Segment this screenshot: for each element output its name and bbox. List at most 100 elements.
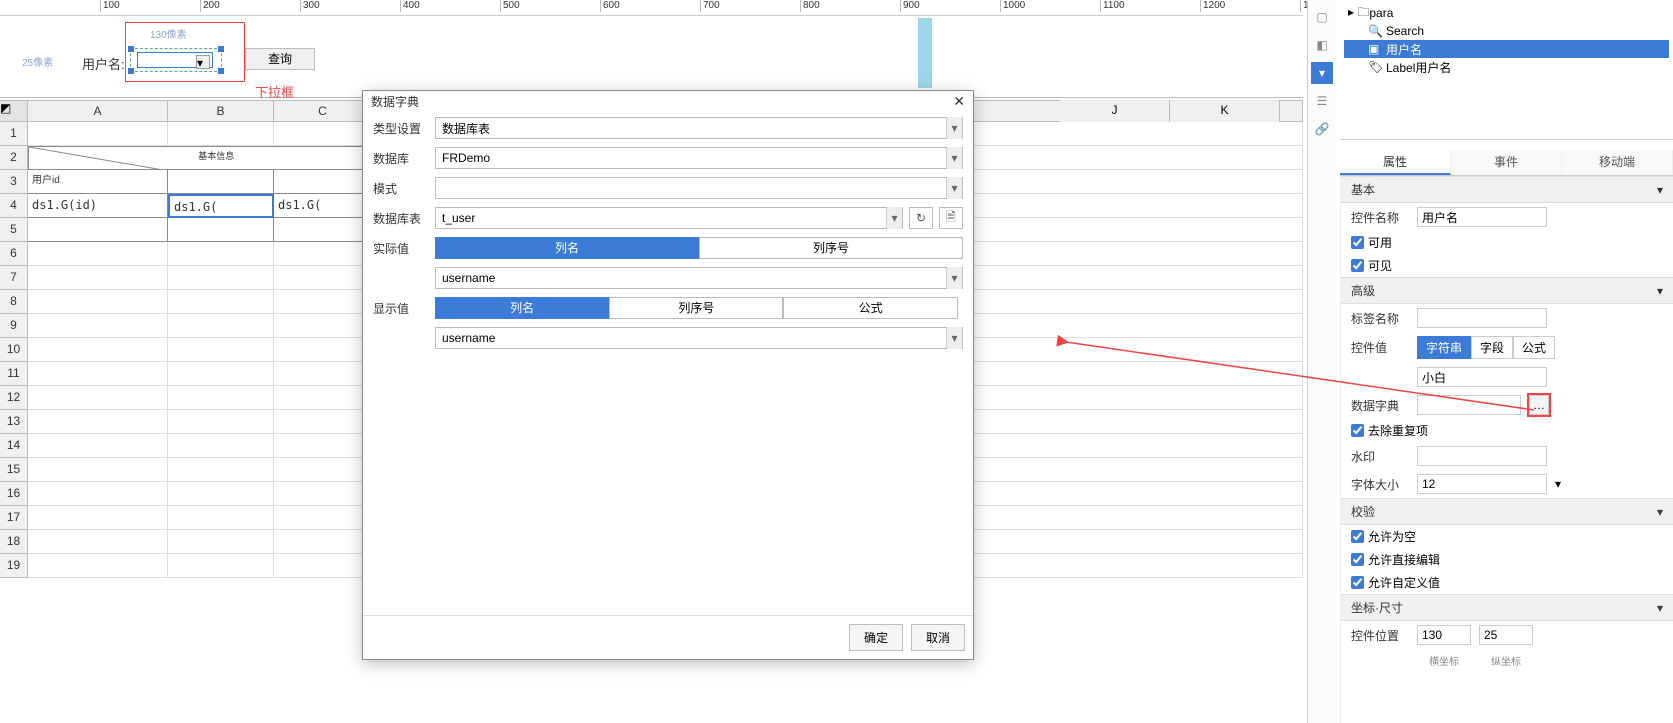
- tree-node-label[interactable]: 🏷Label用户名: [1344, 58, 1669, 76]
- position-y-input[interactable]: [1479, 625, 1533, 645]
- row-header[interactable]: 17: [0, 506, 28, 530]
- database-select[interactable]: FRDemo▾: [435, 147, 963, 169]
- table-select[interactable]: t_user▾: [435, 207, 903, 229]
- actual-tab-colname[interactable]: 列名: [435, 237, 699, 259]
- chevron-down-icon[interactable]: ▾: [196, 55, 210, 69]
- square-icon[interactable]: ▢: [1311, 6, 1333, 28]
- tree-node-username[interactable]: ▣用户名: [1344, 40, 1669, 58]
- list-icon[interactable]: ☰: [1311, 90, 1333, 112]
- row-header[interactable]: 15: [0, 458, 28, 482]
- chevron-down-icon[interactable]: ▾: [1555, 477, 1561, 491]
- row-header[interactable]: 4: [0, 194, 28, 218]
- ruler-tick: 1200: [1200, 0, 1225, 12]
- row-header[interactable]: 18: [0, 530, 28, 554]
- chevron-down-icon: ▾: [1657, 183, 1663, 197]
- display-column-select[interactable]: username▾: [435, 327, 963, 349]
- row-header[interactable]: 10: [0, 338, 28, 362]
- value-tab-field[interactable]: 字段: [1471, 336, 1513, 359]
- widget-tree: ▸ 🗀 para 🔍Search ▣用户名 🏷Label用户名: [1340, 0, 1673, 140]
- section-coord[interactable]: 坐标·尺寸▾: [1341, 594, 1673, 621]
- mode-select[interactable]: ▾: [435, 177, 963, 199]
- row-header[interactable]: 12: [0, 386, 28, 410]
- widget-value-input[interactable]: [1417, 367, 1547, 387]
- position-x-input[interactable]: [1417, 625, 1471, 645]
- row-header[interactable]: 5: [0, 218, 28, 242]
- section-validation[interactable]: 校验▾: [1341, 498, 1673, 525]
- widget-value-label: 控件值: [1351, 339, 1409, 356]
- col-header-k[interactable]: K: [1170, 100, 1280, 122]
- row-header[interactable]: 6: [0, 242, 28, 266]
- tag-name-label: 标签名称: [1351, 310, 1409, 327]
- col-header-b[interactable]: B: [168, 101, 274, 121]
- type-select[interactable]: 数据库表▾: [435, 117, 963, 139]
- display-tab-colname[interactable]: 列名: [435, 297, 609, 319]
- ok-button[interactable]: 确定: [849, 624, 903, 651]
- tree-node-search[interactable]: 🔍Search: [1344, 22, 1669, 40]
- value-tab-formula[interactable]: 公式: [1513, 336, 1555, 359]
- row-header[interactable]: 7: [0, 266, 28, 290]
- allow-empty-checkbox[interactable]: 允许为空: [1341, 525, 1673, 548]
- preview-icon[interactable]: 🗎: [939, 207, 963, 229]
- link-icon[interactable]: 🔗: [1311, 118, 1333, 140]
- row-header[interactable]: 9: [0, 314, 28, 338]
- col-header-j[interactable]: J: [1060, 100, 1170, 122]
- cancel-button[interactable]: 取消: [911, 624, 965, 651]
- ruler-tick: 100: [100, 0, 120, 12]
- row-header[interactable]: 19: [0, 554, 28, 578]
- parameter-panel[interactable]: 130像素 25像素 用户名: ▾ 查询 下拉框: [0, 18, 1303, 98]
- watermark-input[interactable]: [1417, 446, 1547, 466]
- crop-icon[interactable]: ◧: [1311, 34, 1333, 56]
- section-basic[interactable]: 基本▾: [1341, 176, 1673, 203]
- param-divider[interactable]: [918, 18, 932, 88]
- actual-column-select[interactable]: username▾: [435, 267, 963, 289]
- section-advanced[interactable]: 高级▾: [1341, 277, 1673, 304]
- cell[interactable]: ds1.G(id): [28, 194, 168, 218]
- row-header[interactable]: 8: [0, 290, 28, 314]
- visible-checkbox[interactable]: 可见: [1341, 254, 1673, 277]
- row-header[interactable]: 11: [0, 362, 28, 386]
- data-dictionary-input[interactable]: [1417, 395, 1521, 415]
- col-header-a[interactable]: A: [28, 101, 168, 121]
- tab-mobile[interactable]: 移动端: [1562, 150, 1673, 175]
- display-tab-colindex[interactable]: 列序号: [609, 297, 783, 319]
- widget-name-input[interactable]: [1417, 207, 1547, 227]
- cell[interactable]: ds1.G(: [274, 194, 372, 218]
- value-tab-string[interactable]: 字符串: [1417, 336, 1471, 359]
- username-combobox[interactable]: ▾: [130, 48, 222, 72]
- selected-cell[interactable]: ds1.G(: [168, 194, 274, 218]
- ruler-tick: 200: [200, 0, 220, 12]
- ruler-tick: 500: [500, 0, 520, 12]
- chevron-down-icon: ▾: [946, 147, 962, 169]
- allow-custom-checkbox[interactable]: 允许自定义值: [1341, 571, 1673, 594]
- y-axis-label: 纵坐标: [1479, 653, 1533, 668]
- cell[interactable]: 用户id: [28, 170, 168, 194]
- row-header[interactable]: 16: [0, 482, 28, 506]
- actual-tab-colindex[interactable]: 列序号: [699, 237, 963, 259]
- row-header[interactable]: 3: [0, 170, 28, 194]
- row-header[interactable]: 1: [0, 122, 28, 146]
- tab-events[interactable]: 事件: [1451, 150, 1562, 175]
- tag-name-input[interactable]: [1417, 308, 1547, 328]
- select-all-corner[interactable]: ◩: [0, 101, 28, 121]
- data-dictionary-browse-button[interactable]: …: [1529, 395, 1549, 415]
- design-hint-left: 25像素: [22, 54, 53, 69]
- display-tab-formula[interactable]: 公式: [783, 297, 957, 319]
- row-header[interactable]: 2: [0, 146, 28, 170]
- font-size-input[interactable]: [1417, 474, 1547, 494]
- row-header[interactable]: 14: [0, 434, 28, 458]
- allow-edit-checkbox[interactable]: 允许直接编辑: [1341, 548, 1673, 571]
- enabled-checkbox[interactable]: 可用: [1341, 231, 1673, 254]
- tab-attributes[interactable]: 属性: [1340, 150, 1451, 175]
- ruler-tick: 800: [800, 0, 820, 12]
- col-header-c[interactable]: C: [274, 101, 372, 121]
- merged-header-cell[interactable]: 基本信息: [28, 146, 372, 170]
- dedup-checkbox[interactable]: 去除重复项: [1341, 419, 1673, 442]
- tree-node-para[interactable]: ▸ 🗀 para: [1344, 4, 1669, 22]
- row-header[interactable]: 13: [0, 410, 28, 434]
- dropdown-icon[interactable]: ▾: [1311, 62, 1333, 84]
- chevron-down-icon: ▾: [946, 267, 962, 289]
- close-icon[interactable]: ✕: [953, 93, 965, 110]
- chevron-down-icon: ▾: [886, 207, 902, 229]
- refresh-icon[interactable]: ↻: [909, 207, 933, 229]
- query-button[interactable]: 查询: [245, 48, 315, 70]
